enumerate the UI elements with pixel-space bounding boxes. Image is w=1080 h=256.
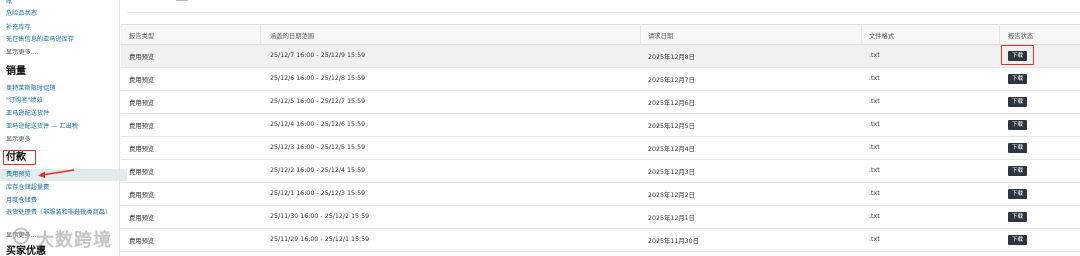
- sidebar-link-monthly-storage-fee[interactable]: 月度仓储费: [6, 197, 37, 205]
- top-separator: [127, 12, 1080, 13]
- cell-report-type: 费用预览: [129, 215, 155, 222]
- cell-report-type: 费用预览: [129, 169, 155, 176]
- cell-file-format: .txt: [869, 144, 880, 151]
- cell-request-date: 2025年12月1日: [648, 215, 695, 222]
- payments-callout-box: [3, 150, 36, 165]
- sidebar-link-hazmat-status[interactable]: 危险品状态: [6, 10, 37, 18]
- cell-file-format: .txt: [869, 75, 880, 82]
- col-separator: [861, 24, 862, 45]
- cell-file-format: .txt: [869, 190, 880, 197]
- cell-file-format: .txt: [869, 98, 880, 105]
- sidebar-link-fba-shipments[interactable]: 亚马逊配送货件: [6, 110, 49, 118]
- cell-date-range: 25/12/7 16:00 - 25/12/9 15:59: [270, 52, 366, 59]
- cell-request-date: 2025年12月6日: [648, 100, 695, 107]
- cell-report-type: 费用预览: [129, 238, 155, 245]
- download-button[interactable]: 下载: [1008, 235, 1027, 245]
- col-separator: [640, 24, 641, 45]
- cell-file-format: .txt: [869, 213, 880, 220]
- col-separator: [260, 24, 261, 45]
- watermark-logo-icon: [12, 227, 30, 245]
- cell-date-range: 25/12/3 16:00 - 25/12/5 15:59: [270, 144, 366, 151]
- cell-date-range: 25/11/30 16:00 - 25/12/2 15:59: [270, 213, 370, 220]
- sidebar-link-fee-preview[interactable]: 费用预览: [6, 171, 31, 179]
- cell-request-date: 2025年12月8日: [648, 54, 695, 61]
- cell-date-range: 25/12/4 16:00 - 25/12/6 15:59: [270, 121, 366, 128]
- table-row: 费用预览 25/12/2 16:00 - 25/12/4 15:59 2025年12…: [121, 160, 1080, 183]
- download-callout-box: [1001, 45, 1034, 65]
- sidebar-link-storage-overage-fee[interactable]: 库存仓储超量费: [6, 184, 49, 192]
- cell-report-type: 费用预览: [129, 146, 155, 153]
- cell-date-range: 25/12/1 16:00 - 25/12/3 15:59: [270, 190, 366, 197]
- sidebar-link-fba-shipments-tax[interactable]: 亚马逊配送货件 — 汇出税: [6, 123, 78, 131]
- sidebar-link-subscribe-performance[interactable]: "订购者"绩效: [6, 97, 43, 105]
- table-row: 费用预览 25/12/1 16:00 - 25/12/3 15:59 2025年12…: [121, 183, 1080, 206]
- download-button[interactable]: 下载: [1008, 166, 1027, 176]
- cell-request-date: 2025年12月4日: [648, 146, 695, 153]
- download-button[interactable]: 下载: [1008, 74, 1027, 84]
- cell-request-date: 2025年11月30日: [648, 238, 699, 245]
- table-row: 费用预览 25/11/29 16:00 - 25/12/1 15:59 2025年1…: [121, 229, 1080, 252]
- table-row: 费用预览 25/12/7 16:00 - 25/12/9 15:59 2025年12…: [121, 45, 1080, 68]
- header-file-format: 文件格式: [869, 33, 895, 40]
- cell-file-format: .txt: [869, 236, 880, 243]
- top-decoration: [176, 0, 188, 1]
- col-separator: [999, 24, 1000, 45]
- section-heading-sales: 销量: [6, 66, 26, 77]
- sidebar-divider: [119, 0, 120, 256]
- table-row: 费用预览 25/11/30 16:00 - 25/12/2 15:59 2025年1…: [121, 206, 1080, 229]
- cell-file-format: .txt: [869, 52, 880, 59]
- header-request-date: 请求日期: [648, 33, 674, 40]
- sidebar-link-account[interactable]: 账: [6, 0, 12, 6]
- sidebar-link-stranded-inventory[interactable]: 无在售信息的亚马逊库存: [6, 36, 74, 44]
- left-sidebar: 账 危险品状态 补充库存 无在售信息的亚马逊库存 显示更多... 销量 奥特莱斯…: [0, 0, 127, 256]
- cell-date-range: 25/11/29 16:00 - 25/12/1 15:59: [270, 236, 370, 243]
- header-report-type: 报告类型: [129, 33, 155, 40]
- cell-date-range: 25/12/2 16:00 - 25/12/4 15:59: [270, 167, 366, 174]
- watermark-text: 大数跨境: [36, 230, 112, 251]
- cell-file-format: .txt: [869, 121, 880, 128]
- cell-report-type: 费用预览: [129, 192, 155, 199]
- sidebar-link-restock[interactable]: 补充库存: [6, 24, 31, 32]
- table-row: 费用预览 25/12/5 16:00 - 25/12/7 15:59 2025年12…: [121, 91, 1080, 114]
- sidebar-show-more-1[interactable]: 显示更多...: [6, 49, 37, 57]
- cell-date-range: 25/12/6 16:00 - 25/12/8 15:59: [270, 75, 366, 82]
- sidebar-link-returns-processing-fee[interactable]: 退货处理费（非服装和非鞋靴类商品）: [6, 209, 121, 217]
- sidebar-link-outlet-deals[interactable]: 奥特莱斯限时促销: [6, 85, 56, 93]
- table-header: 报告类型 涵盖的日期范围 请求日期 文件格式 报告状态: [121, 24, 1080, 45]
- header-date-range: 涵盖的日期范围: [270, 33, 315, 40]
- cell-date-range: 25/12/5 16:00 - 25/12/7 15:59: [270, 98, 366, 105]
- download-button[interactable]: 下载: [1008, 212, 1027, 222]
- cell-request-date: 2025年12月5日: [648, 123, 695, 130]
- table-row: 费用预览 25/12/3 16:00 - 25/12/5 15:59 2025年12…: [121, 137, 1080, 160]
- download-button[interactable]: 下载: [1008, 97, 1027, 107]
- callout-arrow-icon: [38, 169, 75, 178]
- sidebar-show-more-2[interactable]: 显示更多: [6, 136, 31, 144]
- cell-file-format: .txt: [869, 167, 880, 174]
- table-row: 费用预览 25/12/4 16:00 - 25/12/6 15:59 2025年12…: [121, 114, 1080, 137]
- download-button[interactable]: 下载: [1008, 143, 1027, 153]
- cell-report-type: 费用预览: [129, 77, 155, 84]
- cell-report-type: 费用预览: [129, 123, 155, 130]
- download-button[interactable]: 下载: [1008, 120, 1027, 130]
- cell-report-type: 费用预览: [129, 100, 155, 107]
- cell-report-type: 费用预览: [129, 54, 155, 61]
- download-button[interactable]: 下载: [1008, 189, 1027, 199]
- cell-request-date: 2025年12月2日: [648, 192, 695, 199]
- table-row: 费用预览 25/12/6 16:00 - 25/12/8 15:59 2025年12…: [121, 68, 1080, 91]
- header-report-status: 报告状态: [1008, 33, 1034, 40]
- cell-request-date: 2025年12月7日: [648, 77, 695, 84]
- cell-request-date: 2025年12月3日: [648, 169, 695, 176]
